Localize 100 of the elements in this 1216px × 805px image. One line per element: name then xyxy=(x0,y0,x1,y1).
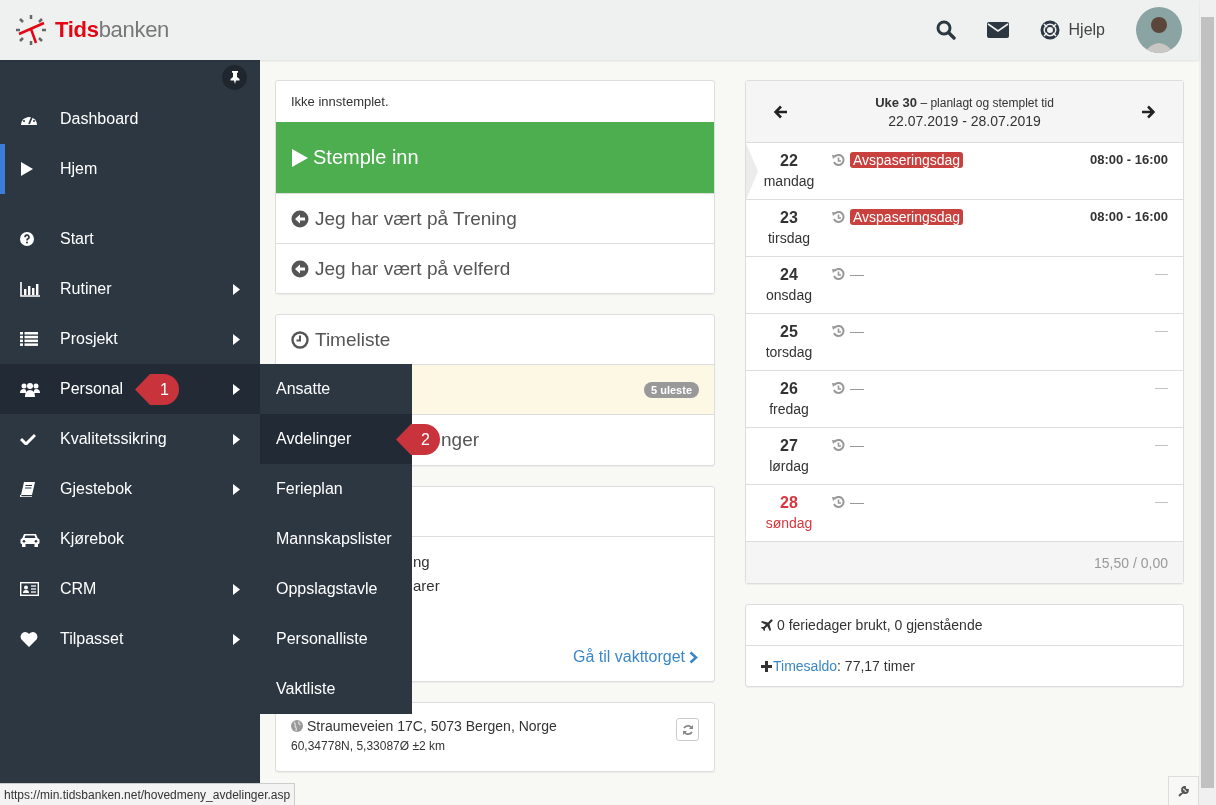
caret-icon xyxy=(233,383,240,395)
day-row[interactable]: 26 fredag — — xyxy=(746,371,1183,428)
settings-button[interactable] xyxy=(1168,776,1199,805)
sidebar-item[interactable]: Tilpasset xyxy=(0,614,260,664)
logo-wordmark[interactable]: Tidsbanken xyxy=(55,17,170,43)
search-icon[interactable] xyxy=(935,20,956,40)
sidebar-item[interactable]: Start xyxy=(0,214,260,264)
caret-icon xyxy=(233,583,240,595)
heart-icon xyxy=(20,631,38,647)
weekday: mandag xyxy=(763,173,815,189)
shift-time: — xyxy=(1155,380,1168,395)
no-entry-text: — xyxy=(850,437,864,453)
plus-icon xyxy=(761,660,772,672)
history-icon xyxy=(832,210,845,224)
submenu-item[interactable]: Vaktliste xyxy=(260,664,412,714)
plane-icon xyxy=(761,619,773,631)
day-row[interactable]: 23 tirsdag Avspaseringsdag 08:00 - 16:00 xyxy=(746,200,1183,257)
sidebar-item[interactable]: Gjestebok xyxy=(0,464,260,514)
day-row[interactable]: 22 mandag Avspaseringsdag 08:00 - 16:00 xyxy=(746,143,1183,200)
hour-balance-value: : 77,17 timer xyxy=(837,658,915,674)
submenu-item[interactable]: Oppslagstavle xyxy=(260,564,412,614)
submenu-item[interactable]: Personalliste xyxy=(260,614,412,664)
day-number: 27 xyxy=(780,437,798,455)
scrollbar[interactable] xyxy=(1199,0,1216,805)
history-icon xyxy=(832,324,845,338)
sidebar-item[interactable]: CRM xyxy=(0,564,260,614)
weekday: torsdag xyxy=(765,344,813,360)
day-number: 24 xyxy=(780,266,798,284)
bar-chart-icon xyxy=(20,281,40,297)
shift-text: ng xyxy=(413,552,431,572)
caret-icon xyxy=(233,433,240,445)
no-entry-text: — xyxy=(850,266,864,282)
sidebar-item[interactable]: Dashboard xyxy=(0,94,260,144)
day-number: 22 xyxy=(780,152,798,170)
history-icon xyxy=(832,267,845,281)
sidebar-item[interactable]: Rutiner xyxy=(0,264,260,314)
no-entry-text: — xyxy=(850,494,864,510)
address-text: Straumeveien 17C, 5073 Bergen, Norge xyxy=(307,718,557,734)
shift-text: arer xyxy=(413,576,441,596)
list-icon xyxy=(20,332,38,346)
play-icon xyxy=(291,147,309,168)
unread-badge: 5 uleste xyxy=(644,381,699,398)
weekday: fredag xyxy=(769,401,809,417)
caret-icon xyxy=(233,633,240,645)
sidebar-item[interactable]: Kjørebok xyxy=(0,514,260,564)
activity-button[interactable]: Jeg har vært på Trening xyxy=(276,193,714,243)
date-range: 22.07.2019 - 28.07.2019 xyxy=(888,112,1041,129)
shift-time: — xyxy=(1155,437,1168,452)
pin-button[interactable] xyxy=(222,64,247,90)
weekday: tirsdag xyxy=(768,230,810,246)
menu-row-text[interactable]: nger xyxy=(441,429,480,451)
clock-logo-icon xyxy=(14,13,48,47)
lifebuoy-icon xyxy=(1039,20,1060,40)
book-icon xyxy=(20,481,35,497)
history-icon xyxy=(832,495,845,509)
sidebar-item[interactable]: Kvalitetssikring xyxy=(0,414,260,464)
help-link[interactable]: Hjelp xyxy=(1039,20,1105,40)
weekday: lørdag xyxy=(769,458,809,474)
arrow-circle-left-icon xyxy=(291,209,309,228)
pin-icon xyxy=(228,70,241,84)
refresh-icon xyxy=(681,723,694,736)
submenu-item[interactable]: Mannskapslister xyxy=(260,514,412,564)
day-row[interactable]: 24 onsdag — — xyxy=(746,257,1183,314)
status-bar-url: https://min.tidsbanken.net/hovedmeny_avdelinger.asp xyxy=(0,783,296,805)
refresh-button[interactable] xyxy=(676,718,699,741)
shift-time: — xyxy=(1155,266,1168,281)
day-row[interactable]: 25 torsdag — — xyxy=(746,314,1183,371)
marketplace-link[interactable]: Gå til vakttorget xyxy=(572,648,698,666)
next-week-arrow-icon[interactable] xyxy=(1141,104,1155,119)
submenu-item[interactable]: Avdelinger xyxy=(260,414,412,464)
day-row[interactable]: 27 lørdag — — xyxy=(746,428,1183,485)
mail-icon[interactable] xyxy=(986,22,1009,38)
activity-button[interactable]: Jeg har vært på velferd xyxy=(276,243,714,293)
play-icon xyxy=(20,161,34,177)
weekday: onsdag xyxy=(766,287,812,303)
card-title: Timeliste xyxy=(315,328,391,351)
history-icon xyxy=(832,381,845,395)
arrow-circle-left-icon xyxy=(291,259,309,278)
step-callout: 1 xyxy=(135,374,179,405)
previous-week-arrow-icon[interactable] xyxy=(774,104,788,119)
absence-tag: Avspaseringsdag xyxy=(850,209,964,225)
users-icon xyxy=(20,381,40,397)
history-icon xyxy=(832,438,845,452)
shift-time: 08:00 - 16:00 xyxy=(1089,209,1168,224)
week-total: 15,50 / 0,00 xyxy=(1094,554,1168,571)
no-entry-text: — xyxy=(850,380,864,396)
absence-tag: Avspaseringsdag xyxy=(850,152,964,168)
avatar[interactable] xyxy=(1136,7,1182,53)
sidebar-item[interactable]: Prosjekt xyxy=(0,314,260,364)
submenu-item[interactable]: Ferieplan xyxy=(260,464,412,514)
clock-icon xyxy=(291,330,309,349)
id-card-icon xyxy=(20,582,39,596)
shift-time: 08:00 - 16:00 xyxy=(1089,152,1168,167)
sidebar-item[interactable]: Hjem xyxy=(0,144,260,194)
week-title: Uke 30 – planlagt og stemplet tid xyxy=(875,94,1054,110)
clock-status: Ikke innstemplet. xyxy=(291,94,389,109)
check-icon xyxy=(20,433,36,445)
history-icon xyxy=(832,153,845,167)
coordinates-text: 60,34778N, 5,33087Ø ±2 km xyxy=(291,739,447,753)
car-icon xyxy=(20,531,40,547)
